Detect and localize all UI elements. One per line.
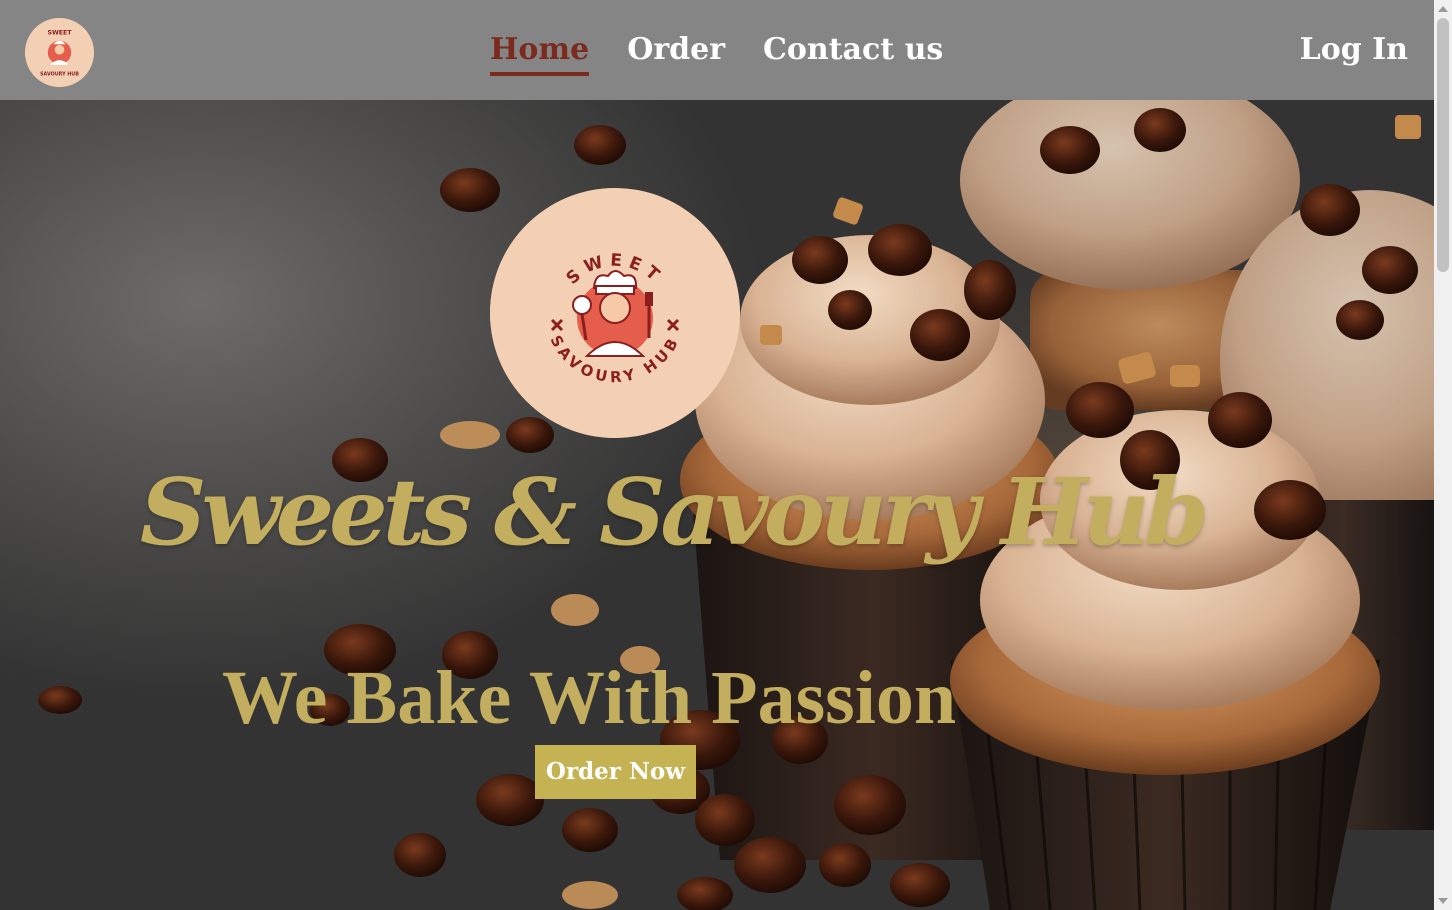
nav-logo-top-text: SWEET <box>47 30 72 37</box>
hero-brand-logo-icon: SWEET SAVOURY HUB <box>490 188 740 438</box>
hero-title: Sweets & Savoury Hub <box>140 458 1209 566</box>
nav-link-contact[interactable]: Contact us <box>763 30 943 72</box>
scroll-up-arrow-icon[interactable] <box>1438 6 1448 12</box>
scrollbar-thumb[interactable] <box>1437 18 1449 272</box>
hero-tagline: We Bake With Passion <box>222 656 957 740</box>
nav-link-order[interactable]: Order <box>627 30 725 72</box>
nav-link-home[interactable]: Home <box>490 30 590 76</box>
order-now-button[interactable]: Order Now <box>535 745 696 799</box>
brand-logo-icon[interactable]: SWEET SAVOURY HUB <box>25 18 94 87</box>
scroll-down-arrow-icon[interactable] <box>1438 898 1448 904</box>
login-link[interactable]: Log In <box>1300 30 1408 70</box>
top-navbar: SWEET SAVOURY HUB Home Order Contact us … <box>0 0 1434 100</box>
nav-links: Home Order Contact us <box>490 30 943 76</box>
page: SWEET SAVOURY HUB Home Order Contact us … <box>0 0 1452 910</box>
nav-logo-bottom-text: SAVOURY HUB <box>40 71 79 77</box>
page-scrollbar[interactable] <box>1434 0 1452 910</box>
